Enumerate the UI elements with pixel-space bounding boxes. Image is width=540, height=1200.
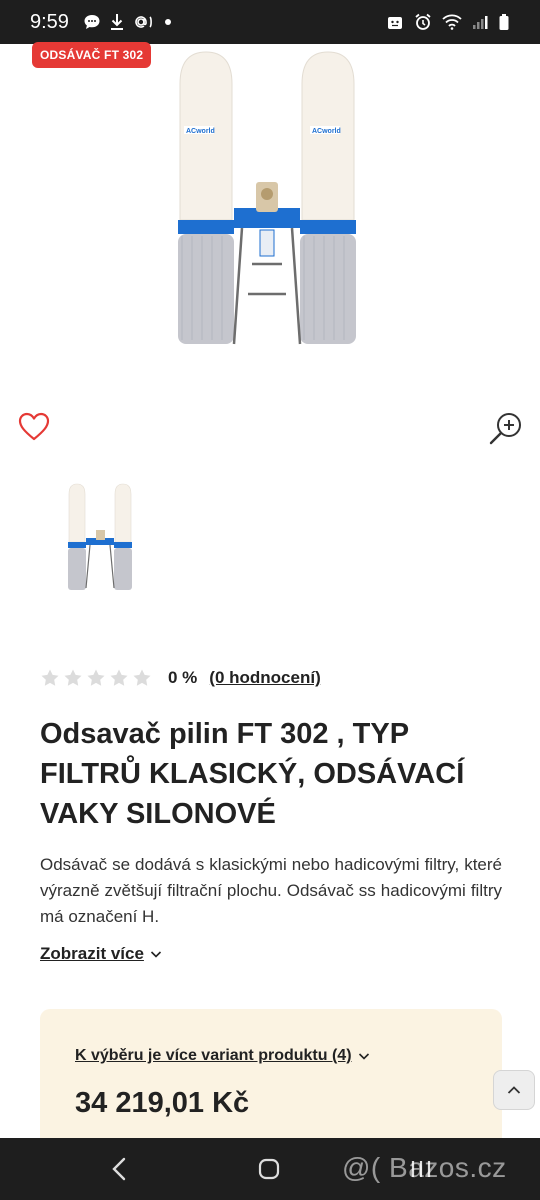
star-icon — [133, 669, 151, 686]
product-description: Odsávač se dodává s klasickými nebo hadi… — [40, 855, 502, 926]
system-nav-bar: @( Bazos.cz — [0, 1138, 540, 1200]
chevron-down-icon — [150, 951, 161, 958]
brand-label: ACworld — [186, 128, 215, 135]
rating-percent: 0 % — [168, 668, 198, 687]
price-box: K výběru je více variant produktu (4) 34… — [40, 1009, 502, 1149]
star-icon — [110, 669, 128, 686]
alarm-icon — [415, 13, 431, 30]
chevron-down-icon — [358, 1053, 369, 1060]
show-more-label: Zobrazit více — [40, 944, 144, 963]
star-icon — [87, 669, 105, 686]
product-title: Odsavač pilin FT 302 , TYP FILTRŮ KLASIC… — [40, 718, 465, 830]
show-more-link[interactable]: Zobrazit více — [40, 944, 162, 964]
brand-label-right: ACworld — [312, 128, 341, 135]
back-icon[interactable] — [108, 1156, 132, 1182]
rating-row: 0 % (0 hodnocení) — [40, 668, 321, 688]
email-at-icon — [135, 16, 152, 28]
product-thumbnail[interactable] — [55, 478, 147, 600]
signal-icon — [473, 16, 488, 29]
watermark: @( Bazos.cz — [342, 1152, 507, 1183]
wifi-icon — [442, 14, 462, 30]
product-badge: ODSÁVAČ FT 302 — [32, 42, 152, 68]
home-icon[interactable] — [256, 1156, 282, 1182]
star-icon — [64, 669, 82, 686]
favorite-heart-icon[interactable] — [17, 410, 51, 444]
android-icon — [388, 17, 402, 29]
rating-count-link[interactable]: (0 hodnocení) — [209, 668, 320, 688]
dot-icon — [164, 19, 171, 25]
status-bar: 9:59 — [0, 0, 540, 44]
chat-bubble-icon — [84, 15, 100, 29]
download-icon — [110, 14, 123, 30]
rating-stars — [40, 668, 152, 688]
variants-label: K výběru je více variant produktu (4) — [75, 1047, 352, 1064]
status-time: 9:59 — [30, 10, 69, 33]
battery-icon — [499, 14, 509, 30]
scroll-top-button[interactable] — [493, 1070, 535, 1110]
star-icon — [41, 669, 59, 686]
zoom-in-icon[interactable] — [488, 410, 524, 446]
product-price: 34 219,01 Kč — [75, 1087, 250, 1119]
product-main-image[interactable]: ACworld ACworld — [152, 44, 390, 386]
chevron-up-icon — [507, 1086, 521, 1094]
variants-link[interactable]: K výběru je více variant produktu (4) — [75, 1047, 370, 1065]
